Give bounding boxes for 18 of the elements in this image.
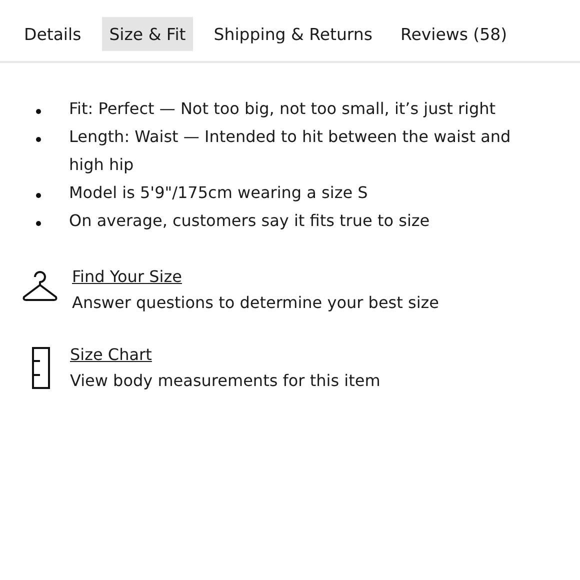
bullet-icon: [36, 193, 41, 198]
link-description: View body measurements for this item: [70, 370, 380, 392]
hanger-icon: [22, 271, 58, 303]
tab[interactable]: Size & Fit: [102, 17, 193, 51]
tab[interactable]: Shipping & Returns: [206, 17, 380, 51]
link[interactable]: Size Chart: [70, 343, 152, 367]
bullet-icon: [36, 221, 41, 226]
fit-note: On average, customers say it fits true to size: [69, 210, 431, 232]
fit-note: Model is 5'9"/175cm wearing a size S: [69, 182, 369, 204]
tab[interactable]: Details: [17, 17, 88, 51]
fit-note: Fit: Perfect — Not too big, not too small, it’s just right: [69, 98, 497, 120]
bullet-icon: [36, 137, 41, 142]
bullet-icon: [36, 109, 41, 114]
link-description: Answer questions to determine your best size: [72, 292, 440, 314]
ruler-icon: [30, 347, 52, 389]
tab[interactable]: Reviews (58): [393, 17, 514, 51]
link[interactable]: Find Your Size: [72, 265, 182, 289]
fit-note: Length: Waist — Intended to hit between the waist and high hip: [69, 126, 512, 176]
